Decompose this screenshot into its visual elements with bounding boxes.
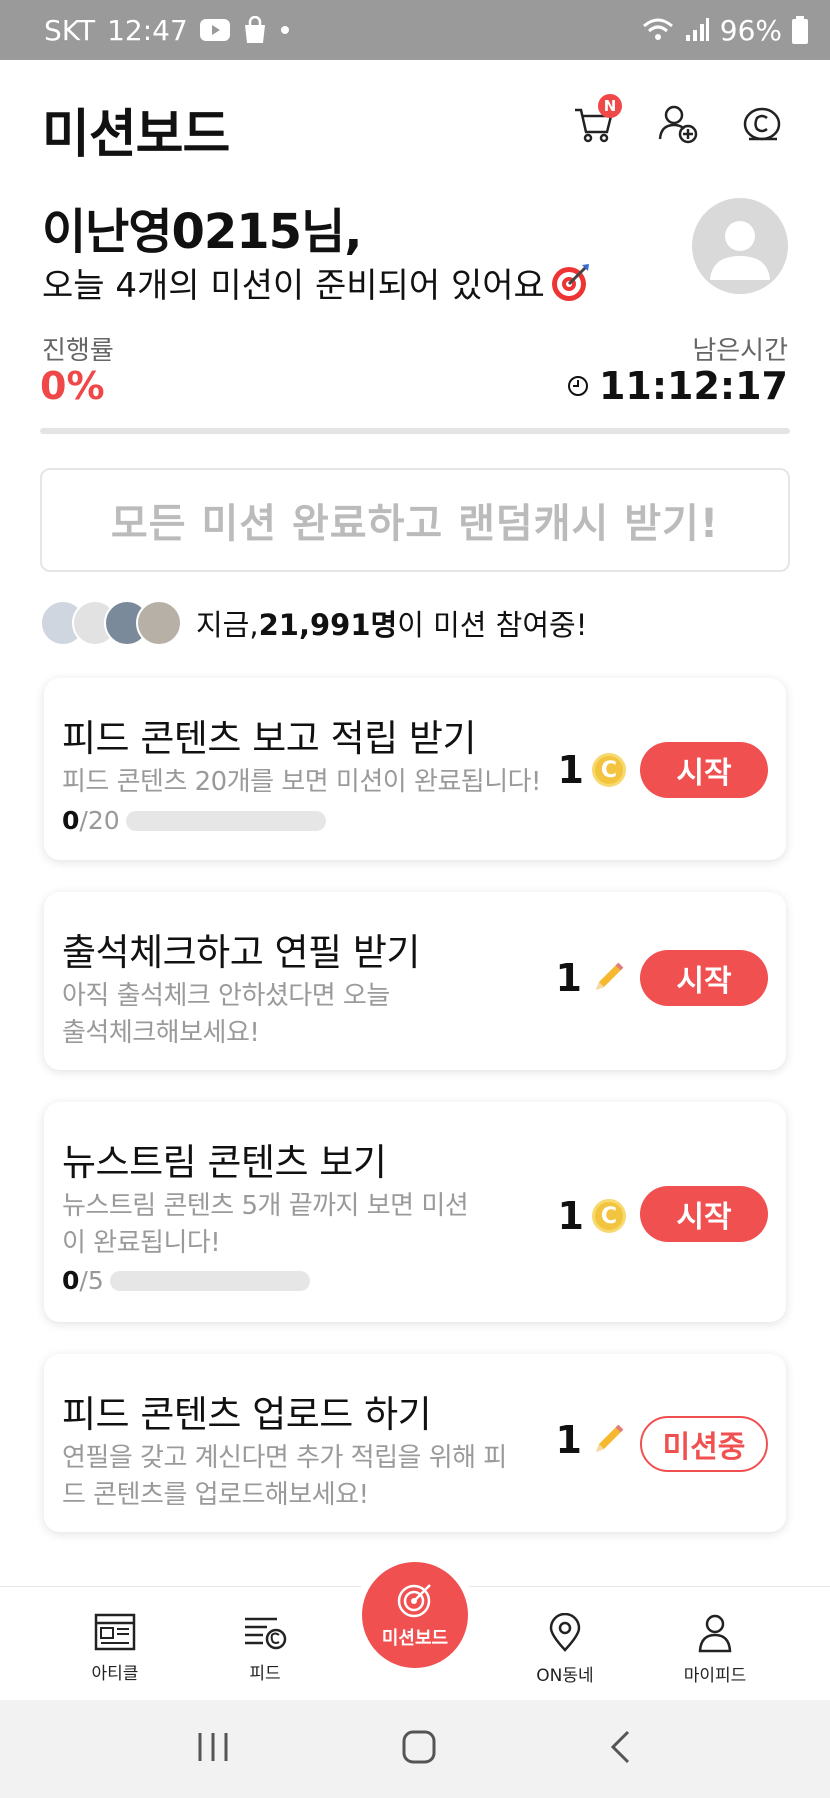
default-avatar-icon bbox=[710, 221, 770, 280]
page-title: 미션보드 bbox=[42, 105, 230, 165]
pencil-icon bbox=[596, 962, 624, 990]
mission-progress-total: /5 bbox=[79, 1266, 104, 1295]
participants-prefix: 지금, bbox=[196, 608, 259, 642]
nav-mission-board-label: 미션보드 bbox=[381, 1628, 449, 1649]
reward-amount: 1 bbox=[557, 748, 584, 792]
user-name: 이난영0215님, bbox=[42, 204, 362, 260]
mission-card-feed-upload[interactable]: 피드 콘텐츠 업로드 하기 연필을 갖고 계신다면 추가 적립을 위해 피드 콘… bbox=[44, 1354, 786, 1532]
mission-card-attendance[interactable]: 출석체크하고 연필 받기 아직 출석체크 안하셨다면 오늘 출석체크해보세요! … bbox=[44, 892, 786, 1070]
mission-progress-done: 0 bbox=[62, 1266, 80, 1295]
article-icon bbox=[94, 1613, 136, 1651]
recent-apps-icon bbox=[198, 1733, 228, 1761]
add-friend-button[interactable] bbox=[654, 100, 702, 148]
nav-my-feed-label: 마이피드 bbox=[683, 1666, 747, 1686]
greeting-subtitle-text: 오늘 4개의 미션이 준비되어 있어요 bbox=[42, 266, 545, 306]
participants-count: 21,991명 bbox=[258, 608, 398, 642]
mission-progress-done: 0 bbox=[62, 806, 80, 835]
mission-description: 연필을 갖고 계신다면 추가 적립을 위해 피드 콘텐츠를 업로드해보세요! bbox=[62, 1443, 507, 1510]
reward-amount: 1 bbox=[555, 1418, 582, 1462]
system-nav-bar bbox=[0, 1700, 830, 1798]
target-outline-icon bbox=[397, 1584, 431, 1618]
notification-dot-icon bbox=[280, 25, 290, 35]
mission-title: 출석체크하고 연필 받기 bbox=[62, 931, 420, 974]
back-button[interactable] bbox=[608, 1730, 634, 1768]
mission-description: 피드 콘텐츠 20개를 보면 미션이 완료됩니다! bbox=[62, 767, 541, 797]
coin-icon: C bbox=[592, 753, 626, 787]
mission-reward: 1 C bbox=[558, 1194, 626, 1238]
mission-reward: 1 bbox=[556, 956, 626, 1000]
youtube-icon bbox=[199, 19, 230, 41]
remaining-time: 11:12:17 bbox=[567, 364, 788, 408]
remaining-time-label: 남은시간 bbox=[692, 336, 788, 366]
carrier-label: SKT bbox=[44, 13, 96, 47]
recent-apps-button[interactable] bbox=[196, 1731, 230, 1767]
nav-my-feed[interactable]: 마이피드 bbox=[660, 1613, 770, 1686]
mission-progress: 0 /5 bbox=[62, 1266, 310, 1295]
back-icon bbox=[610, 1730, 630, 1764]
participant-avatar bbox=[136, 600, 182, 646]
reward-amount: 1 bbox=[555, 956, 582, 1000]
mission-progress-bar bbox=[125, 810, 326, 831]
clock-icon bbox=[567, 376, 588, 396]
battery-icon bbox=[792, 16, 808, 44]
pencil-icon bbox=[596, 1424, 624, 1452]
mission-reward: 1 bbox=[556, 1418, 626, 1462]
nav-mission-board[interactable]: 미션보드 bbox=[362, 1562, 468, 1668]
mission-progress: 0 /20 bbox=[62, 806, 326, 835]
mission-title: 피드 콘텐츠 업로드 하기 bbox=[62, 1393, 432, 1436]
mission-title: 피드 콘텐츠 보고 적립 받기 bbox=[62, 717, 476, 760]
wifi-icon bbox=[642, 17, 674, 43]
start-button[interactable]: 시작 bbox=[640, 742, 768, 798]
reward-amount: 1 bbox=[557, 1194, 584, 1238]
mission-reward: 1 C bbox=[558, 748, 626, 792]
mission-card-feed-view[interactable]: 피드 콘텐츠 보고 적립 받기 피드 콘텐츠 20개를 보면 미션이 완료됩니다… bbox=[44, 678, 786, 860]
signal-icon bbox=[684, 17, 710, 43]
mission-progress-bar bbox=[109, 1270, 310, 1291]
clock: 12:47 bbox=[107, 13, 188, 47]
greeting-subtitle: 오늘 4개의 미션이 준비되어 있어요 bbox=[42, 258, 591, 307]
progress-label: 진행률 bbox=[42, 336, 114, 366]
mission-card-newstream[interactable]: 뉴스트림 콘텐츠 보기 뉴스트림 콘텐츠 5개 끝까지 보면 미션이 완료됩니다… bbox=[44, 1102, 786, 1322]
nav-article[interactable]: 아티클 bbox=[60, 1613, 170, 1684]
progress-value: 0% bbox=[40, 364, 105, 408]
coin-history-button[interactable] bbox=[738, 100, 786, 148]
location-pin-icon bbox=[549, 1613, 581, 1652]
cart-button[interactable]: N bbox=[570, 94, 622, 148]
target-icon bbox=[551, 263, 589, 301]
battery-percent: 96% bbox=[719, 13, 782, 47]
mission-description: 뉴스트림 콘텐츠 5개 끝까지 보면 미션이 완료됩니다! bbox=[62, 1191, 469, 1258]
nav-article-label: 아티클 bbox=[91, 1664, 139, 1684]
coin-icon: C bbox=[592, 1199, 626, 1233]
avatar[interactable] bbox=[692, 198, 788, 294]
nav-feed-label: 피드 bbox=[249, 1664, 281, 1684]
home-icon bbox=[402, 1730, 436, 1764]
in-progress-button[interactable]: 미션중 bbox=[640, 1416, 768, 1472]
mission-description: 아직 출석체크 안하셨다면 오늘 출석체크해보세요! bbox=[62, 981, 390, 1048]
participants-suffix: 이 미션 참여중! bbox=[397, 608, 588, 642]
coin-outline-icon bbox=[743, 107, 781, 141]
participants-row: 지금, 21,991명 이 미션 참여중! bbox=[40, 600, 587, 646]
start-button[interactable]: 시작 bbox=[640, 1186, 768, 1242]
mission-title: 뉴스트림 콘텐츠 보기 bbox=[62, 1141, 387, 1184]
home-button[interactable] bbox=[402, 1730, 436, 1768]
status-bar: SKT 12:47 96% bbox=[0, 0, 830, 60]
add-user-icon bbox=[658, 105, 698, 144]
nav-feed[interactable]: 피드 bbox=[210, 1613, 320, 1684]
random-cash-banner[interactable]: 모든 미션 완료하고 랜덤캐시 받기! bbox=[40, 468, 790, 572]
feed-icon bbox=[245, 1617, 287, 1650]
user-icon bbox=[698, 1614, 732, 1653]
nav-neighborhood[interactable]: ON동네 bbox=[510, 1613, 620, 1686]
progress-divider bbox=[40, 428, 790, 434]
cart-badge: N bbox=[598, 94, 622, 118]
mission-progress-total: /20 bbox=[79, 806, 120, 835]
shopping-bag-icon bbox=[242, 16, 268, 44]
nav-neighborhood-label: ON동네 bbox=[536, 1666, 594, 1686]
start-button[interactable]: 시작 bbox=[640, 950, 768, 1006]
participant-avatars bbox=[40, 600, 182, 646]
remaining-time-value: 11:12:17 bbox=[598, 364, 788, 408]
